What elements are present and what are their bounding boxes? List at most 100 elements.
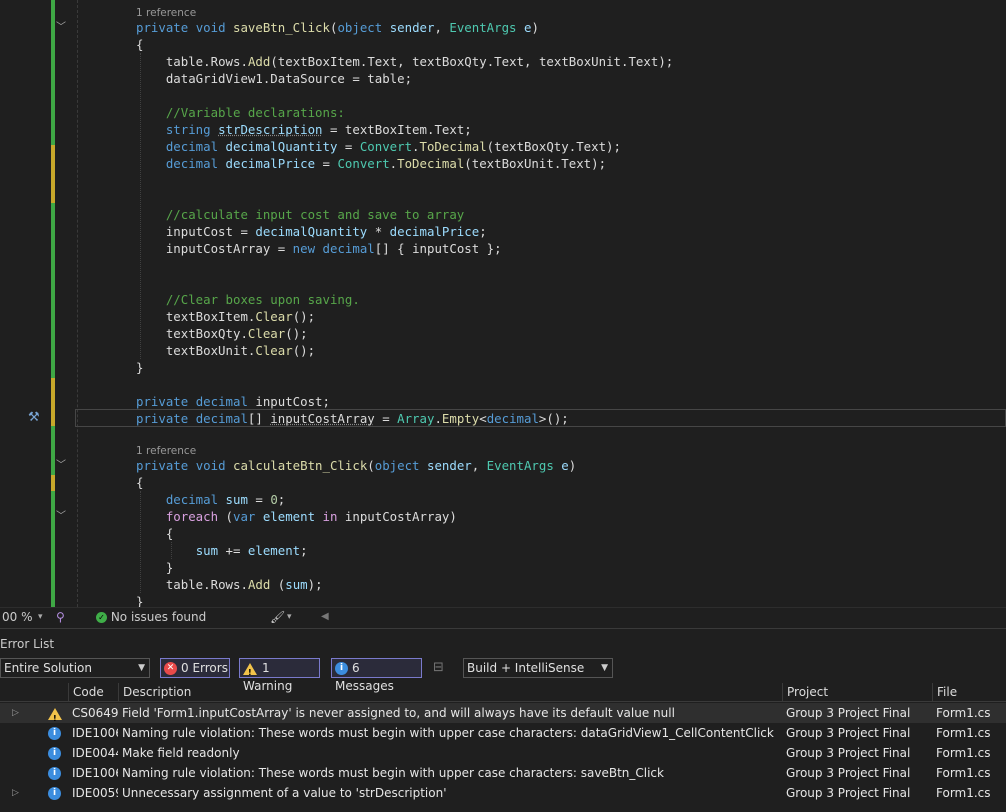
code-line[interactable]: dataGridView1.DataSource = table; (136, 70, 412, 87)
code-line[interactable]: decimal sum = 0; (136, 491, 285, 508)
code-cleanup-broom-icon[interactable]: 🖌 (270, 610, 285, 624)
outline-margin (77, 0, 79, 607)
filter-icon[interactable]: ⊟ (433, 660, 444, 675)
code-editor[interactable]: ﹀ ﹀ ﹀ ⚒ 1 reference 1 reference private … (0, 0, 1006, 607)
error-row[interactable]: ▷ i IDE0059 Unnecessary assignment of a val… (0, 783, 1006, 803)
code-line[interactable]: foreach (var element in inputCostArray) (136, 508, 457, 525)
code-line[interactable]: decimal decimalPrice = Convert.ToDecimal… (136, 155, 606, 172)
code-line[interactable]: private void calculateBtn_Click(object s… (136, 457, 576, 474)
collapse-chevron-icon[interactable]: ﹀ (55, 22, 67, 34)
code-line[interactable]: } (136, 359, 143, 376)
cell-code: IDE1006 (72, 766, 118, 780)
code-token: textBoxQty (165, 326, 241, 341)
code-token: { (136, 37, 144, 52)
build-filter-dropdown[interactable]: Build + IntelliSense ▼ (463, 658, 613, 678)
error-row[interactable]: ▷ CS0649 Field 'Form1.inputCostArray' is n… (0, 703, 1006, 723)
code-line[interactable]: private void saveBtn_Click(object sender… (136, 19, 539, 36)
code-token: } (136, 560, 174, 575)
quick-actions-screwdriver-icon[interactable]: ⚒ (28, 410, 46, 426)
code-line[interactable]: { (136, 474, 143, 491)
errors-filter-button[interactable]: ✕ 0 Errors (160, 658, 230, 678)
cell-description: Naming rule violation: These words must … (122, 766, 664, 780)
scope-dropdown[interactable]: Entire Solution ▼ (0, 658, 150, 678)
cell-file: Form1.cs (936, 746, 991, 760)
column-header-description[interactable]: Description (118, 683, 782, 701)
column-header-code[interactable]: Code (68, 683, 118, 701)
code-line[interactable]: table.Rows.Add (sum); (136, 576, 323, 593)
code-token: < (479, 411, 487, 426)
code-line[interactable]: private decimal inputCost; (136, 393, 330, 410)
error-row[interactable]: i IDE1006 Naming rule violation: These wor… (0, 723, 1006, 743)
code-token: table (165, 54, 204, 69)
code-token: EventArgs (449, 20, 517, 35)
check-circle-icon: ✓ (96, 612, 107, 623)
column-header-file[interactable]: File (932, 683, 1006, 701)
error-row[interactable]: i IDE0044 Make field readonly Group 3 Proje… (0, 743, 1006, 763)
code-token: } (136, 594, 144, 607)
code-line[interactable]: inputCost = decimalQuantity * decimalPri… (136, 223, 487, 240)
code-line[interactable]: sum += element; (136, 542, 308, 559)
collapse-chevron-icon[interactable]: ﹀ (55, 460, 67, 472)
code-line[interactable]: string strDescription = textBoxItem.Text… (136, 121, 472, 138)
code-line[interactable]: //Variable declarations: (136, 104, 345, 121)
code-token: DataSource (270, 71, 345, 86)
code-line[interactable]: } (136, 593, 143, 607)
code-line[interactable]: decimal decimalQuantity = Convert.ToDeci… (136, 138, 621, 155)
code-token: strDescription (218, 122, 323, 137)
code-line[interactable]: { (136, 525, 173, 542)
code-token: >(); (538, 411, 569, 426)
code-line[interactable]: //calculate input cost and save to array (136, 206, 464, 223)
code-token: inputCost (165, 224, 233, 239)
code-line[interactable]: } (136, 559, 173, 576)
code-token: object (337, 20, 383, 35)
code-token: } (136, 360, 144, 375)
code-line[interactable]: textBoxItem.Clear(); (136, 308, 315, 325)
code-token: ); (658, 54, 674, 69)
code-token: Rows (210, 577, 241, 592)
code-token: element (262, 509, 316, 524)
unsaved-change-marker (51, 145, 55, 203)
code-line[interactable]: textBoxQty.Clear(); (136, 325, 308, 342)
codelens-reference[interactable]: 1 reference (136, 6, 196, 20)
codelens-reference[interactable]: 1 reference (136, 444, 196, 458)
info-icon: i (48, 723, 65, 743)
code-token: textBoxItem (165, 309, 248, 324)
code-line[interactable]: table.Rows.Add(textBoxItem.Text, textBox… (136, 53, 673, 70)
code-token: Add (247, 54, 271, 69)
messages-filter-button[interactable]: i6 Messages (331, 658, 422, 693)
code-token: textBoxItem (277, 54, 360, 69)
zoom-dropdown-chevron-icon[interactable]: ▾ (38, 612, 43, 622)
expand-arrow-icon[interactable]: ▷ (12, 703, 19, 723)
warnings-filter-button[interactable]: 1 Warning (239, 658, 320, 693)
cleanup-dropdown-chevron-icon[interactable]: ▾ (287, 612, 292, 622)
code-token: sum (225, 492, 248, 507)
code-line[interactable]: inputCostArray = new decimal[] { inputCo… (136, 240, 502, 257)
scroll-left-icon[interactable]: ◀ (321, 611, 329, 622)
column-header-project[interactable]: Project (782, 683, 932, 701)
health-status[interactable]: ✓ No issues found (96, 610, 206, 624)
error-row[interactable]: i IDE1006 Naming rule violation: These wor… (0, 763, 1006, 783)
error-icon: ✕ (164, 662, 177, 675)
expand-arrow-icon[interactable]: ▷ (12, 783, 19, 803)
zoom-level[interactable]: 00 % (2, 610, 33, 624)
code-token: Add (247, 577, 271, 592)
code-token: . (434, 411, 442, 426)
collapse-chevron-icon[interactable]: ﹀ (55, 511, 67, 523)
code-line[interactable]: textBoxUnit.Clear(); (136, 342, 315, 359)
code-line[interactable]: { (136, 36, 143, 53)
code-token: ( (464, 156, 472, 171)
code-line[interactable]: private decimal[] inputCostArray = Array… (136, 410, 569, 427)
code-token: Text (367, 54, 398, 69)
code-line[interactable]: //Clear boxes upon saving. (136, 291, 360, 308)
error-list-panel: Error List Entire Solution ▼ ✕ 0 Errors 1… (0, 628, 1006, 812)
git-icon[interactable]: ⚲ (56, 610, 65, 624)
